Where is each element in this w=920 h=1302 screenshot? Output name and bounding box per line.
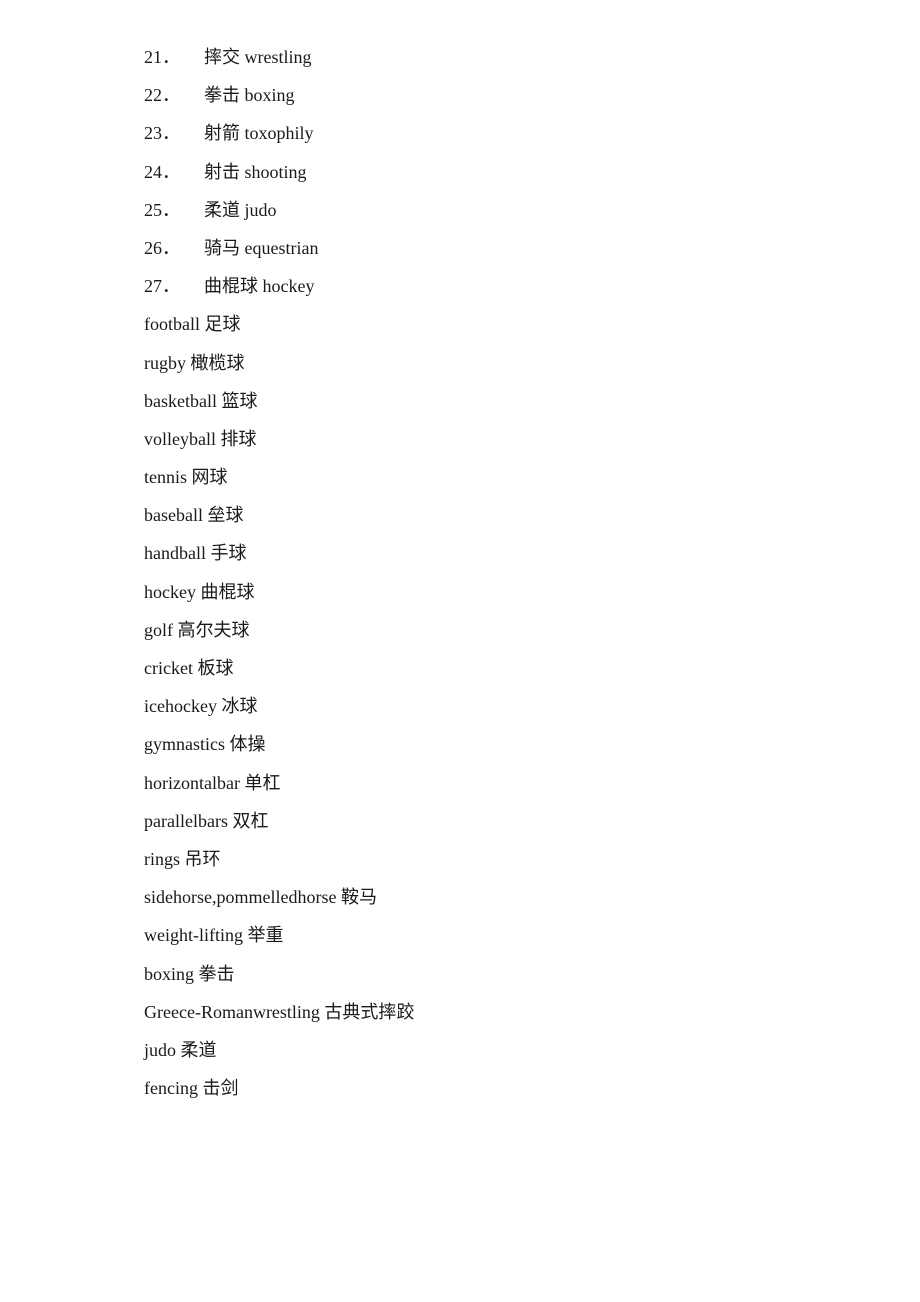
- item-number: 25．: [144, 193, 204, 227]
- plain-list-item: baseball 垒球: [144, 498, 776, 532]
- plain-list-item: gymnastics 体操: [144, 727, 776, 761]
- plain-list: football 足球 rugby 橄榄球 basketball 篮球 volleyb…: [144, 307, 776, 1105]
- item-text: 骑马 equestrian: [204, 231, 318, 265]
- plain-list-item: sidehorse,pommelledhorse 鞍马: [144, 880, 776, 914]
- item-text: 柔道 judo: [204, 193, 277, 227]
- plain-list-item: cricket 板球: [144, 651, 776, 685]
- plain-list-item: rings 吊环: [144, 842, 776, 876]
- item-number: 21．: [144, 40, 204, 74]
- plain-list-item: judo 柔道: [144, 1033, 776, 1067]
- plain-list-item: golf 高尔夫球: [144, 613, 776, 647]
- plain-list-item: basketball 篮球: [144, 384, 776, 418]
- numbered-list-item: 21．摔交 wrestling: [144, 40, 776, 74]
- item-number: 22．: [144, 78, 204, 112]
- item-text: 摔交 wrestling: [204, 40, 312, 74]
- item-number: 23．: [144, 116, 204, 150]
- numbered-list-item: 26．骑马 equestrian: [144, 231, 776, 265]
- item-text: 曲棍球 hockey: [204, 269, 314, 303]
- plain-list-item: icehockey 冰球: [144, 689, 776, 723]
- numbered-list-item: 22．拳击 boxing: [144, 78, 776, 112]
- item-text: 射箭 toxophily: [204, 116, 314, 150]
- plain-list-item: rugby 橄榄球: [144, 346, 776, 380]
- item-number: 24．: [144, 155, 204, 189]
- plain-list-item: horizontalbar 单杠: [144, 766, 776, 800]
- numbered-list-item: 23．射箭 toxophily: [144, 116, 776, 150]
- plain-list-item: handball 手球: [144, 536, 776, 570]
- plain-list-item: parallelbars 双杠: [144, 804, 776, 838]
- item-text: 射击 shooting: [204, 155, 307, 189]
- plain-list-item: Greece-Romanwrestling 古典式摔跤: [144, 995, 776, 1029]
- plain-list-item: weight-lifting 举重: [144, 918, 776, 952]
- item-text: 拳击 boxing: [204, 78, 295, 112]
- plain-list-item: volleyball 排球: [144, 422, 776, 456]
- plain-list-item: tennis 网球: [144, 460, 776, 494]
- item-number: 26．: [144, 231, 204, 265]
- numbered-list: 21．摔交 wrestling22．拳击 boxing23．射箭 toxophi…: [144, 40, 776, 303]
- plain-list-item: boxing 拳击: [144, 957, 776, 991]
- plain-list-item: hockey 曲棍球: [144, 575, 776, 609]
- item-number: 27．: [144, 269, 204, 303]
- numbered-list-item: 27．曲棍球 hockey: [144, 269, 776, 303]
- numbered-list-item: 25．柔道 judo: [144, 193, 776, 227]
- numbered-list-item: 24．射击 shooting: [144, 155, 776, 189]
- plain-list-item: fencing 击剑: [144, 1071, 776, 1105]
- main-content: 21．摔交 wrestling22．拳击 boxing23．射箭 toxophi…: [0, 0, 920, 1149]
- plain-list-item: football 足球: [144, 307, 776, 341]
